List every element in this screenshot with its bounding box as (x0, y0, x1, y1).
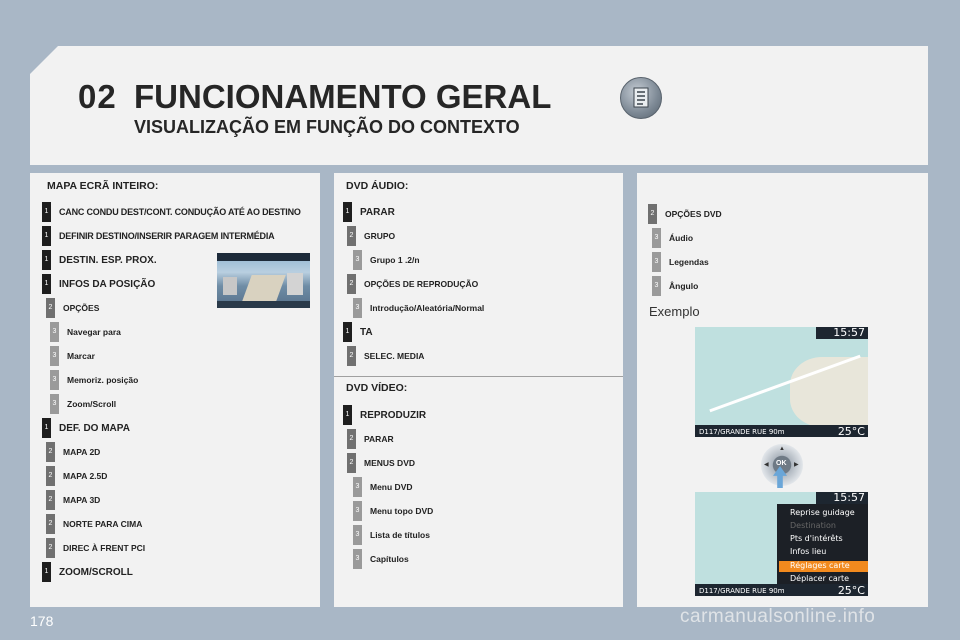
list-item: 1 ZOOM/SCROLL (42, 562, 133, 582)
list-item: 1 INFOS DA POSIÇÃO (42, 274, 155, 294)
example-label: Exemplo (649, 304, 700, 319)
section-title-map: MAPA ECRÃ INTEIRO: (47, 180, 159, 192)
watermark: carmanualsonline.info (680, 606, 876, 627)
arrow-left-icon: ◀ (764, 462, 769, 468)
clock-readout: 15:57 (833, 492, 865, 504)
list-item: 2 MAPA 3D (46, 490, 100, 510)
list-item: 3 Zoom/Scroll (50, 394, 116, 414)
list-item: 2 OPÇÕES (46, 298, 99, 318)
menu-item: Pts d'intérêts (790, 534, 843, 543)
list-item: 3 Capítulos (353, 549, 409, 569)
list-item: 1 PARAR (343, 202, 395, 222)
menu-item: Infos lieu (790, 547, 827, 556)
clock-readout: 15:57 (833, 327, 865, 339)
list-item: 2 OPÇÕES DE REPRODUÇÃO (347, 274, 478, 294)
arrow-up-icon: ▲ (779, 446, 785, 452)
divider (334, 376, 623, 377)
chapter-number: 02 (78, 78, 117, 115)
list-item: 2 SELEC. MEDIA (347, 346, 424, 366)
list-item: 3 Memoriz. posição (50, 370, 138, 390)
menu-item: Destination (790, 521, 836, 530)
list-item: 1 CANC CONDU DEST/CONT. CONDUÇÃO ATÉ AO D… (42, 202, 301, 222)
list-item: 2 MAPA 2.5D (46, 466, 107, 486)
list-item: 3 Navegar para (50, 322, 121, 342)
list-item: 3 Ângulo (652, 276, 698, 296)
list-item: 2 MAPA 2D (46, 442, 100, 462)
list-item: 3 Menu topo DVD (353, 501, 433, 521)
page-title: FUNCIONAMENTO GERAL (134, 78, 552, 115)
navigation-screen-menu: 15:57 Reprise guidage Destination Pts d'… (695, 492, 868, 596)
ok-label: OK (776, 460, 787, 467)
list-item: 1 DESTIN. ESP. PROX. (42, 250, 157, 270)
list-item: 3 Lista de títulos (353, 525, 430, 545)
navigation-map-thumbnail (217, 253, 310, 308)
list-item: 1 TA (343, 322, 373, 342)
section-title-dvd-video: DVD VÍDEO: (346, 382, 408, 394)
list-item: 1 DEF. DO MAPA (42, 418, 130, 438)
list-item: 2 OPÇÕES DVD (648, 204, 722, 224)
page-subtitle: VISUALIZAÇÃO EM FUNÇÃO DO CONTEXTO (134, 117, 520, 137)
list-item: 3 Legendas (652, 252, 709, 272)
menu-item: Déplacer carte (790, 574, 850, 583)
arrow-right-icon: ▶ (794, 462, 799, 468)
list-item: 2 DIREC À FRENT PCI (46, 538, 145, 558)
list-item: 1 REPRODUZIR (343, 405, 426, 425)
list-item: 3 Áudio (652, 228, 693, 248)
list-item: 1 DEFINIR DESTINO/INSERIR PARAGEM INTERMÉ… (42, 226, 275, 246)
list-item: 3 Grupo 1 .2/n (353, 250, 420, 270)
list-item: 2 PARAR (347, 429, 394, 449)
page-number: 178 (30, 613, 54, 629)
navigation-screen-map: 15:57 D117/GRANDE RUE 90m 25°C (695, 327, 868, 437)
street-name: D117/GRANDE RUE 90m (699, 587, 785, 595)
menu-item-selected: Réglages carte (790, 561, 850, 570)
menu-item: Reprise guidage (790, 508, 855, 517)
temperature-readout: 25°C (837, 584, 865, 596)
list-item: 2 NORTE PARA CIMA (46, 514, 142, 534)
list-item: 3 Menu DVD (353, 477, 413, 497)
temperature-readout: 25°C (837, 425, 865, 437)
list-item: 2 GRUPO (347, 226, 395, 246)
list-item: 2 MENUS DVD (347, 453, 415, 473)
section-title-dvd-audio: DVD ÁUDIO: (346, 180, 409, 192)
list-item: 3 Marcar (50, 346, 95, 366)
street-name: D117/GRANDE RUE 90m (699, 428, 785, 436)
list-item: 3 Introdução/Aleatória/Normal (353, 298, 484, 318)
document-list-icon (620, 77, 662, 119)
